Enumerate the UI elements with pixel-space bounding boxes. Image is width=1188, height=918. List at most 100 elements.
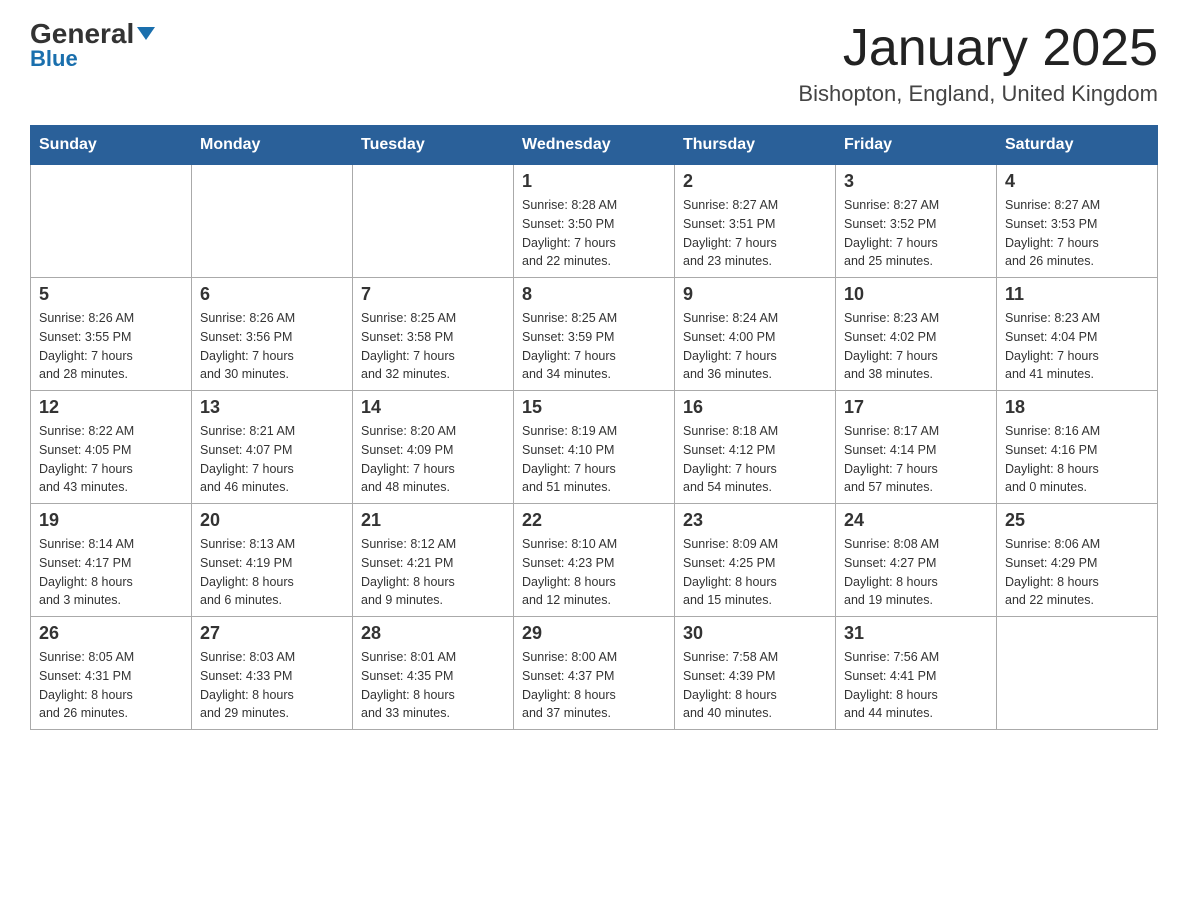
calendar-table: SundayMondayTuesdayWednesdayThursdayFrid…	[30, 125, 1158, 730]
day-number: 24	[844, 510, 988, 531]
day-number: 9	[683, 284, 827, 305]
day-number: 20	[200, 510, 344, 531]
calendar-header-row: SundayMondayTuesdayWednesdayThursdayFrid…	[31, 126, 1158, 165]
calendar-cell: 4Sunrise: 8:27 AM Sunset: 3:53 PM Daylig…	[997, 165, 1158, 278]
day-info: Sunrise: 8:19 AM Sunset: 4:10 PM Dayligh…	[522, 422, 666, 497]
calendar-cell: 19Sunrise: 8:14 AM Sunset: 4:17 PM Dayli…	[31, 504, 192, 617]
day-number: 18	[1005, 397, 1149, 418]
day-number: 17	[844, 397, 988, 418]
calendar-week-row: 26 Sunrise: 8:05 AM Sunset: 4:31 PM Dayli…	[31, 617, 1158, 730]
day-number: 8	[522, 284, 666, 305]
calendar-cell: 17 Sunrise: 8:17 AM Sunset: 4:14 PM Dayli…	[836, 391, 997, 504]
calendar-cell	[192, 165, 353, 278]
day-number: 23	[683, 510, 827, 531]
calendar-cell: 31 Sunrise: 7:56 AM Sunset: 4:41 PM Dayli…	[836, 617, 997, 730]
day-info: Sunrise: 8:13 AM Sunset: 4:19 PM Dayligh…	[200, 535, 344, 610]
day-info: Sunrise: 8:01 AM Sunset: 4:35 PM Dayligh…	[361, 648, 505, 723]
day-info: Sunrise: 8:06 AM Sunset: 4:29 PM Dayligh…	[1005, 535, 1149, 610]
logo: General Blue	[30, 20, 155, 72]
calendar-cell: 28 Sunrise: 8:01 AM Sunset: 4:35 PM Dayli…	[353, 617, 514, 730]
day-number: 15	[522, 397, 666, 418]
day-info: Sunrise: 8:27 AM Sunset: 3:51 PM Dayligh…	[683, 196, 827, 271]
day-number: 7	[361, 284, 505, 305]
day-number: 29	[522, 623, 666, 644]
calendar-cell: 25Sunrise: 8:06 AM Sunset: 4:29 PM Dayli…	[997, 504, 1158, 617]
title-section: January 2025 Bishopton, England, United …	[798, 20, 1158, 107]
day-info: Sunrise: 8:12 AM Sunset: 4:21 PM Dayligh…	[361, 535, 505, 610]
day-info: Sunrise: 8:27 AM Sunset: 3:52 PM Dayligh…	[844, 196, 988, 271]
day-info: Sunrise: 8:05 AM Sunset: 4:31 PM Dayligh…	[39, 648, 183, 723]
day-number: 28	[361, 623, 505, 644]
day-number: 11	[1005, 284, 1149, 305]
day-number: 26	[39, 623, 183, 644]
column-header-friday: Friday	[836, 126, 997, 165]
calendar-cell: 12 Sunrise: 8:22 AM Sunset: 4:05 PM Dayli…	[31, 391, 192, 504]
day-info: Sunrise: 8:03 AM Sunset: 4:33 PM Dayligh…	[200, 648, 344, 723]
day-number: 3	[844, 171, 988, 192]
column-header-tuesday: Tuesday	[353, 126, 514, 165]
calendar-cell: 20 Sunrise: 8:13 AM Sunset: 4:19 PM Dayli…	[192, 504, 353, 617]
day-number: 6	[200, 284, 344, 305]
column-header-sunday: Sunday	[31, 126, 192, 165]
day-info: Sunrise: 8:26 AM Sunset: 3:56 PM Dayligh…	[200, 309, 344, 384]
calendar-cell: 1 Sunrise: 8:28 AM Sunset: 3:50 PM Daylig…	[514, 165, 675, 278]
calendar-cell: 23 Sunrise: 8:09 AM Sunset: 4:25 PM Dayli…	[675, 504, 836, 617]
day-info: Sunrise: 8:14 AM Sunset: 4:17 PM Dayligh…	[39, 535, 183, 610]
calendar-week-row: 5 Sunrise: 8:26 AM Sunset: 3:55 PM Daylig…	[31, 278, 1158, 391]
day-number: 2	[683, 171, 827, 192]
day-number: 31	[844, 623, 988, 644]
day-info: Sunrise: 7:56 AM Sunset: 4:41 PM Dayligh…	[844, 648, 988, 723]
logo-sub-text: Blue	[30, 46, 78, 72]
calendar-cell: 21 Sunrise: 8:12 AM Sunset: 4:21 PM Dayli…	[353, 504, 514, 617]
day-info: Sunrise: 8:18 AM Sunset: 4:12 PM Dayligh…	[683, 422, 827, 497]
calendar-cell: 2 Sunrise: 8:27 AM Sunset: 3:51 PM Daylig…	[675, 165, 836, 278]
page-header: General Blue January 2025 Bishopton, Eng…	[30, 20, 1158, 107]
day-info: Sunrise: 8:09 AM Sunset: 4:25 PM Dayligh…	[683, 535, 827, 610]
day-number: 12	[39, 397, 183, 418]
calendar-week-row: 12 Sunrise: 8:22 AM Sunset: 4:05 PM Dayli…	[31, 391, 1158, 504]
calendar-cell: 15 Sunrise: 8:19 AM Sunset: 4:10 PM Dayli…	[514, 391, 675, 504]
day-number: 22	[522, 510, 666, 531]
day-info: Sunrise: 8:25 AM Sunset: 3:58 PM Dayligh…	[361, 309, 505, 384]
day-info: Sunrise: 8:08 AM Sunset: 4:27 PM Dayligh…	[844, 535, 988, 610]
calendar-cell: 9 Sunrise: 8:24 AM Sunset: 4:00 PM Daylig…	[675, 278, 836, 391]
calendar-cell: 14Sunrise: 8:20 AM Sunset: 4:09 PM Dayli…	[353, 391, 514, 504]
column-header-saturday: Saturday	[997, 126, 1158, 165]
calendar-cell: 8 Sunrise: 8:25 AM Sunset: 3:59 PM Daylig…	[514, 278, 675, 391]
day-number: 5	[39, 284, 183, 305]
day-info: Sunrise: 8:26 AM Sunset: 3:55 PM Dayligh…	[39, 309, 183, 384]
day-info: Sunrise: 8:28 AM Sunset: 3:50 PM Dayligh…	[522, 196, 666, 271]
day-number: 4	[1005, 171, 1149, 192]
calendar-cell	[997, 617, 1158, 730]
logo-triangle-icon	[137, 27, 155, 40]
location-subtitle: Bishopton, England, United Kingdom	[798, 81, 1158, 107]
day-info: Sunrise: 8:00 AM Sunset: 4:37 PM Dayligh…	[522, 648, 666, 723]
calendar-cell: 3 Sunrise: 8:27 AM Sunset: 3:52 PM Daylig…	[836, 165, 997, 278]
calendar-week-row: 1 Sunrise: 8:28 AM Sunset: 3:50 PM Daylig…	[31, 165, 1158, 278]
day-info: Sunrise: 8:17 AM Sunset: 4:14 PM Dayligh…	[844, 422, 988, 497]
calendar-cell	[31, 165, 192, 278]
calendar-cell: 5 Sunrise: 8:26 AM Sunset: 3:55 PM Daylig…	[31, 278, 192, 391]
day-info: Sunrise: 8:23 AM Sunset: 4:02 PM Dayligh…	[844, 309, 988, 384]
calendar-cell: 11Sunrise: 8:23 AM Sunset: 4:04 PM Dayli…	[997, 278, 1158, 391]
day-number: 10	[844, 284, 988, 305]
calendar-cell: 27 Sunrise: 8:03 AM Sunset: 4:33 PM Dayli…	[192, 617, 353, 730]
calendar-cell: 16Sunrise: 8:18 AM Sunset: 4:12 PM Dayli…	[675, 391, 836, 504]
calendar-cell: 24 Sunrise: 8:08 AM Sunset: 4:27 PM Dayli…	[836, 504, 997, 617]
calendar-cell: 29 Sunrise: 8:00 AM Sunset: 4:37 PM Dayli…	[514, 617, 675, 730]
day-number: 30	[683, 623, 827, 644]
calendar-cell	[353, 165, 514, 278]
month-year-title: January 2025	[798, 20, 1158, 77]
day-number: 21	[361, 510, 505, 531]
day-info: Sunrise: 8:24 AM Sunset: 4:00 PM Dayligh…	[683, 309, 827, 384]
day-number: 13	[200, 397, 344, 418]
calendar-cell: 7 Sunrise: 8:25 AM Sunset: 3:58 PM Daylig…	[353, 278, 514, 391]
column-header-wednesday: Wednesday	[514, 126, 675, 165]
day-number: 27	[200, 623, 344, 644]
calendar-cell: 13Sunrise: 8:21 AM Sunset: 4:07 PM Dayli…	[192, 391, 353, 504]
day-number: 14	[361, 397, 505, 418]
day-info: Sunrise: 8:25 AM Sunset: 3:59 PM Dayligh…	[522, 309, 666, 384]
day-info: Sunrise: 8:22 AM Sunset: 4:05 PM Dayligh…	[39, 422, 183, 497]
logo-main-text: General	[30, 20, 134, 48]
day-number: 1	[522, 171, 666, 192]
